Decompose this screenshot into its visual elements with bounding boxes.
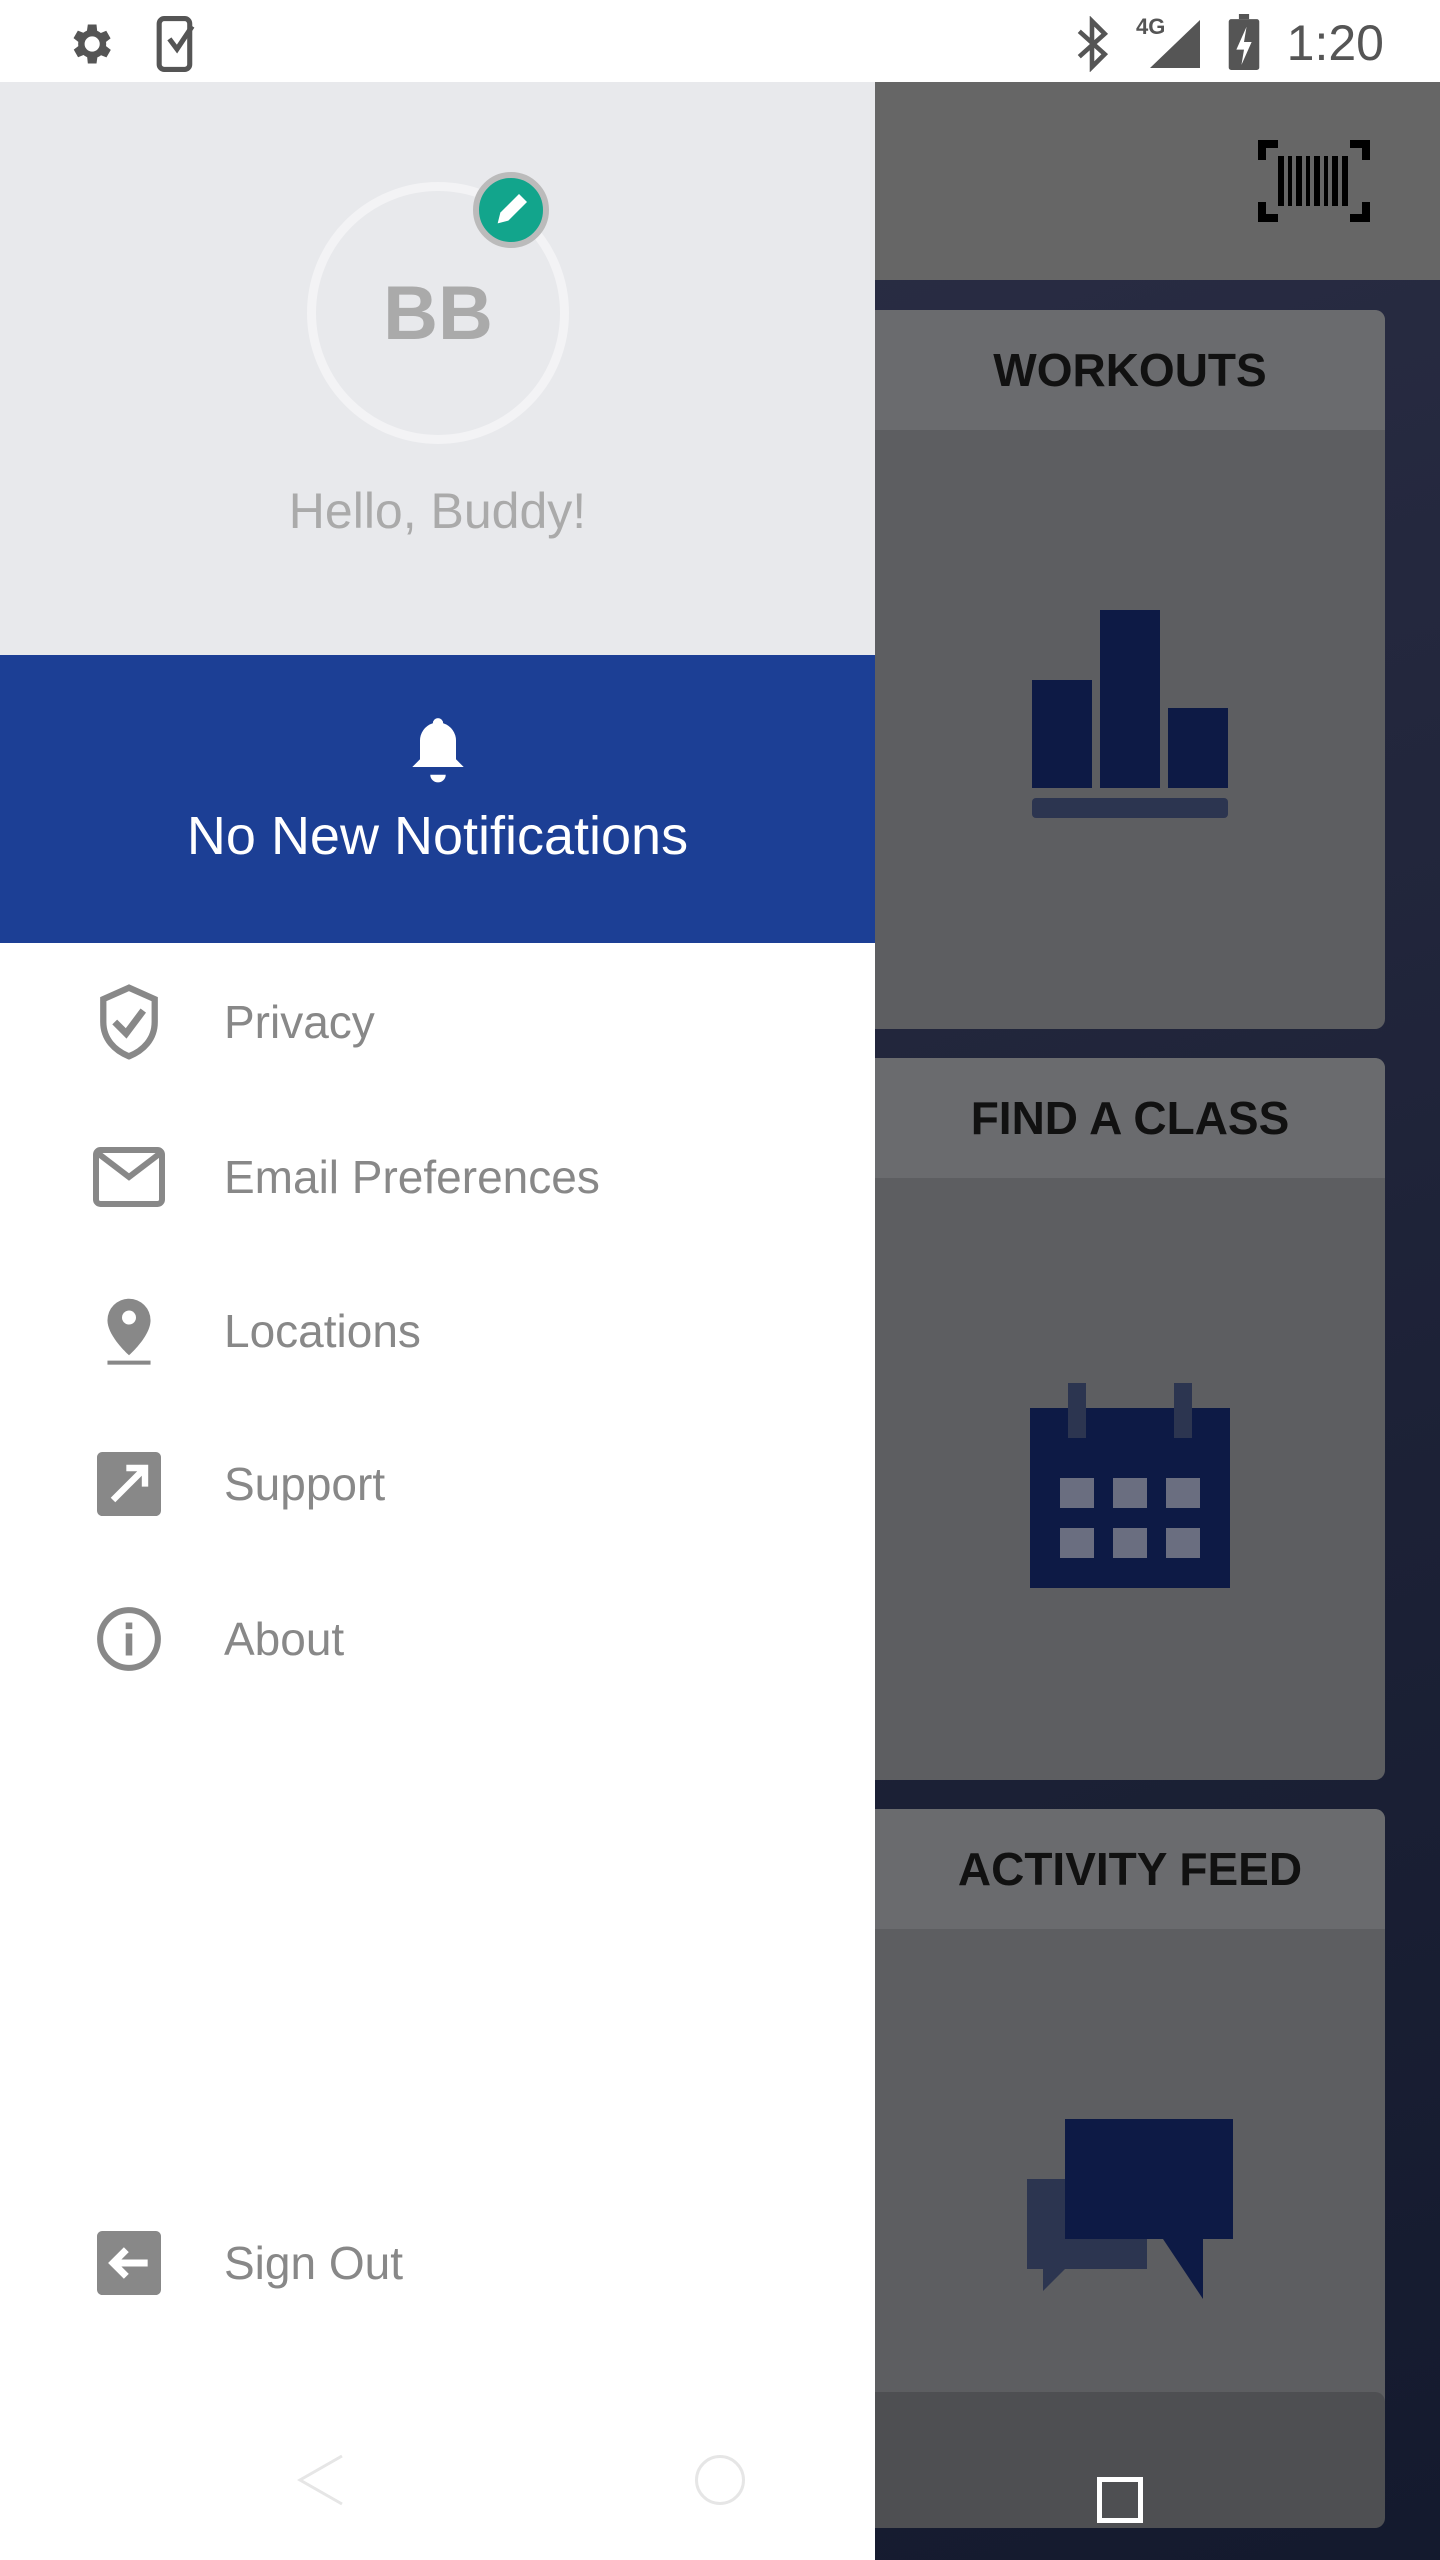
shield-check-icon [100,984,158,1060]
notifications-banner[interactable]: No New Notifications [0,655,875,943]
menu-item-about[interactable]: About [0,1574,875,1704]
back-button-icon[interactable] [296,2452,346,2508]
status-bar: 4G 1:20 [0,0,1440,82]
bell-icon [412,718,464,783]
external-link-icon [97,1452,161,1516]
menu-item-email-preferences[interactable]: Email Preferences [0,1112,875,1242]
gear-icon [73,24,111,64]
menu-item-support[interactable]: Support [0,1419,875,1549]
chat-bubbles-icon [1027,2119,1233,2299]
greeting: Hello, Buddy! [288,483,587,539]
signal-icon [1150,20,1200,68]
notifications-text: No New Notifications [186,806,689,866]
sign-out-label: Sign Out [224,2237,403,2289]
phone-check-icon [156,16,195,72]
home-button[interactable] [695,2455,745,2505]
recents-button[interactable] [1097,2477,1143,2523]
card-title: FIND A CLASS [875,1058,1385,1178]
mail-icon [93,1147,165,1207]
clock: 1:20 [1286,15,1384,71]
menu-item-label: About [224,1613,345,1665]
calendar-icon [1030,1383,1230,1588]
battery-charging-icon [1228,14,1260,70]
profile-header: BB Hello, Buddy! [0,82,875,655]
info-icon [97,1607,161,1671]
bluetooth-icon [1077,16,1109,72]
menu-item-label: Locations [224,1305,421,1357]
activity-feed-card[interactable]: ACTIVITY FEED [875,1809,1385,2449]
sign-out-button[interactable]: Sign Out [0,2198,875,2328]
card-title: ACTIVITY FEED [875,1809,1385,1929]
workouts-card[interactable]: WORKOUTS [875,310,1385,1029]
edit-profile-button[interactable] [473,172,549,248]
pencil-icon [497,194,527,224]
app-bar [875,82,1440,280]
card-title: WORKOUTS [875,310,1385,430]
sign-out-icon [97,2231,161,2295]
barcode-scan-icon[interactable] [1258,140,1370,222]
find-a-class-card[interactable]: FIND A CLASS [875,1058,1385,1780]
navigation-drawer: BB Hello, Buddy! No New Notifications Pr… [0,82,875,2560]
location-pin-icon [107,1298,151,1365]
menu-item-label: Privacy [224,996,375,1048]
menu-item-locations[interactable]: Locations [0,1266,875,1396]
menu-item-privacy[interactable]: Privacy [0,957,875,1087]
menu-item-label: Support [224,1458,386,1510]
menu-item-label: Email Preferences [224,1151,600,1203]
bar-chart-icon [1032,610,1228,818]
main-content: WORKOUTS FIND A CLASS ACTIVITY FEED [875,82,1440,2560]
